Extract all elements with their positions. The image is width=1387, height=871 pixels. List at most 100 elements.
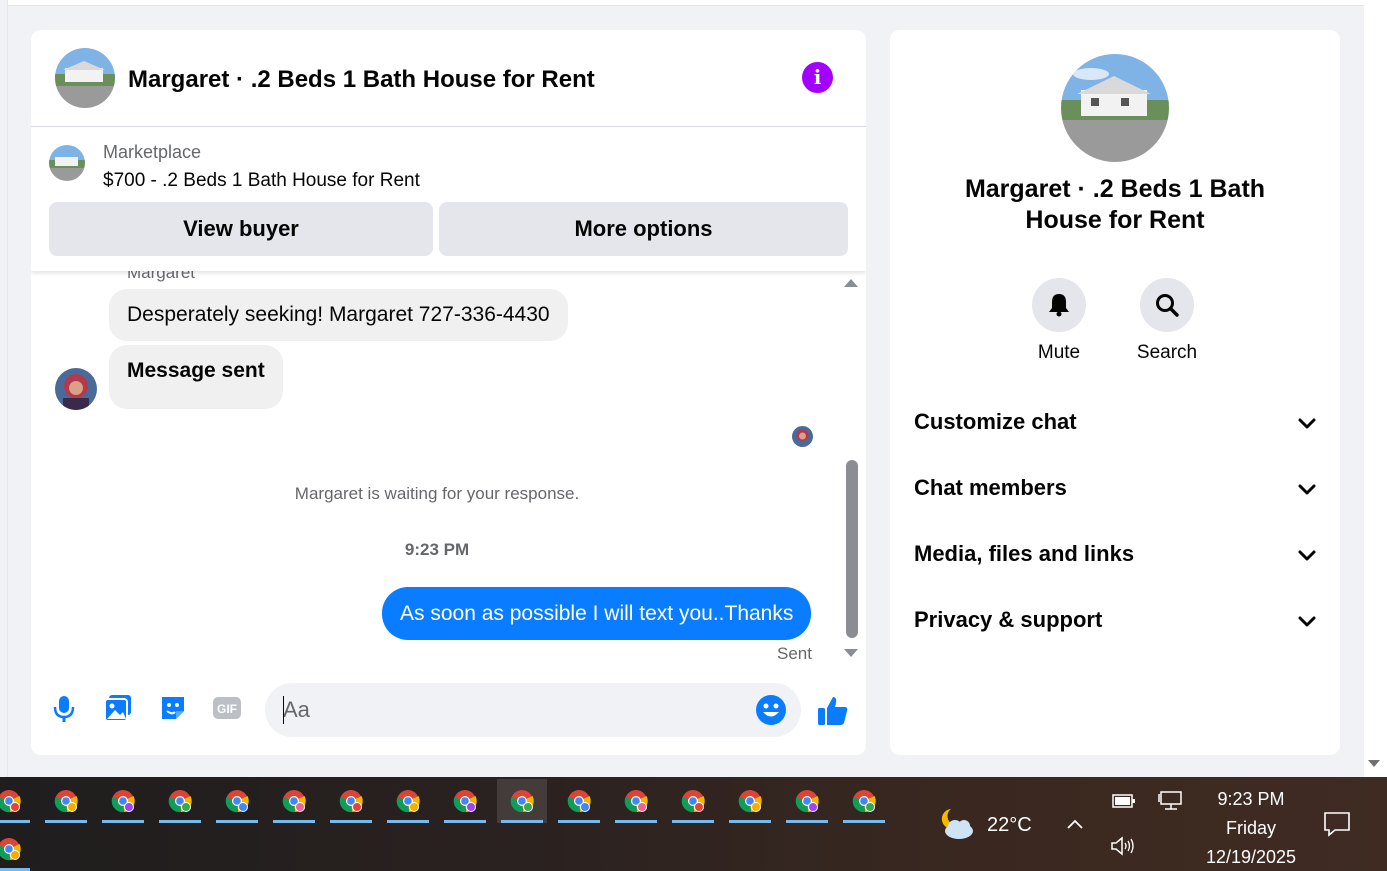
outgoing-message[interactable]: As soon as possible I will text you..Tha… [382,587,812,640]
left-gutter [0,0,8,777]
read-receipt-avatar [792,426,813,447]
weather-temperature[interactable]: 22°C [987,814,1032,837]
chevron-up-icon[interactable] [1066,815,1084,833]
incoming-message[interactable]: Desperately seeking! Margaret 727-336-44… [109,289,568,341]
taskbar-chrome-window[interactable] [611,779,661,823]
volume-icon[interactable] [1110,835,1136,857]
taskbar-chrome-window[interactable] [839,779,889,823]
conversation-info-panel: Margaret · .2 Beds 1 Bath House for Rent… [890,30,1340,755]
message-input[interactable] [283,695,743,725]
chevron-down-icon [1298,484,1316,495]
microphone-icon[interactable] [49,693,79,723]
page-scroll-down-arrow[interactable] [1368,760,1380,767]
message-timestamp: 9:23 PM [404,540,470,559]
emoji-icon[interactable] [755,694,787,726]
taskbar-clock[interactable]: 9:23 PM Friday 12/19/2025 [1196,785,1306,871]
running-indicator [387,820,429,823]
svg-text:GIF: GIF [217,702,237,716]
section-chat-members[interactable]: Chat members [914,469,1319,509]
gif-icon[interactable]: GIF [212,693,242,723]
section-label: Chat members [914,475,1067,500]
section-media-files-links[interactable]: Media, files and links [914,535,1319,575]
page-scrollbar-track[interactable] [1364,0,1387,777]
running-indicator [273,820,315,823]
running-indicator [786,820,828,823]
marketplace-label: Marketplace [103,142,202,162]
running-indicator [729,820,771,823]
battery-icon[interactable] [1112,793,1136,809]
taskbar-chrome-window[interactable] [155,779,205,823]
taskbar-chrome-window[interactable] [725,779,775,823]
section-label: Customize chat [914,409,1077,434]
taskbar-chrome-window[interactable] [41,779,91,823]
section-privacy-support[interactable]: Privacy & support [914,601,1319,641]
chevron-down-icon [1298,616,1316,627]
running-indicator [102,820,144,823]
running-indicator [159,820,201,823]
info-name: Margaret · .2 Beds 1 Bath House for Rent [964,175,1266,234]
section-label: Privacy & support [914,607,1103,632]
windows-taskbar: 22°C 9:23 PM Friday 12/19/2025 [0,777,1387,871]
photo-icon[interactable] [103,693,133,723]
weather-partly-cloudy-icon[interactable] [937,803,977,843]
clock-day: Friday [1225,818,1276,838]
search-icon [1156,294,1179,317]
chat-header: Margaret · .2 Beds 1 Bath House for Rent… [31,30,866,127]
sticker-icon[interactable] [158,693,188,723]
taskbar-chrome-window[interactable] [782,779,832,823]
running-indicator [501,820,543,823]
running-indicator [0,820,30,823]
taskbar-chrome-window[interactable] [0,827,34,871]
message-list[interactable]: Margaret Desperately seeking! Margaret 7… [31,271,866,666]
sent-status: Sent [777,644,812,663]
taskbar-chrome-window[interactable] [668,779,718,823]
bell-icon [1049,294,1069,317]
waiting-notice: Margaret is waiting for your response. [294,484,580,503]
running-indicator [45,820,87,823]
marketplace-banner: Marketplace $700 - .2 Beds 1 Bath House … [31,127,866,271]
taskbar-chrome-window[interactable] [326,779,376,823]
taskbar-chrome-window[interactable] [0,779,34,823]
message-input-box[interactable] [265,683,801,737]
taskbar-chrome-window[interactable] [383,779,433,823]
scroll-down-arrow[interactable] [844,649,858,657]
taskbar-chrome-window[interactable] [269,779,319,823]
text-caret [283,696,284,724]
incoming-message[interactable]: Message sent [109,345,283,409]
clock-date: 12/19/2025 [1205,847,1297,867]
running-indicator [843,820,885,823]
chevron-down-icon [1298,418,1316,429]
like-icon[interactable] [816,694,850,728]
sender-name: Margaret [127,271,196,282]
taskbar-chrome-window[interactable] [440,779,490,823]
notification-center-icon[interactable] [1323,810,1351,838]
scroll-up-arrow[interactable] [844,279,858,287]
chevron-down-icon [1298,550,1316,561]
listing-avatar[interactable] [55,48,115,108]
running-indicator [615,820,657,823]
search-button[interactable] [1140,278,1194,332]
running-indicator [558,820,600,823]
taskbar-chrome-window[interactable] [98,779,148,823]
listing-avatar-large[interactable] [1061,54,1169,162]
network-icon[interactable] [1158,789,1184,811]
listing-price-title[interactable]: $700 - .2 Beds 1 Bath House for Rent [103,170,420,192]
more-options-button[interactable]: More options [439,202,848,256]
running-indicator [444,820,486,823]
mute-label: Mute [1037,342,1081,363]
section-customize-chat[interactable]: Customize chat [914,403,1319,443]
taskbar-chrome-window[interactable] [212,779,262,823]
info-icon[interactable]: i [802,62,833,93]
taskbar-chrome-window[interactable] [497,779,547,823]
chat-title[interactable]: Margaret · .2 Beds 1 Bath House for Rent [128,66,595,94]
section-label: Media, files and links [914,541,1135,566]
search-action[interactable]: Search [1122,278,1212,364]
message-scrollbar-thumb[interactable] [846,460,858,638]
taskbar-chrome-window[interactable] [554,779,604,823]
running-indicator [330,820,372,823]
view-buyer-button[interactable]: View buyer [49,202,433,256]
mute-action[interactable]: Mute [1014,278,1104,364]
listing-thumbnail[interactable] [49,145,85,181]
sender-avatar[interactable] [55,368,97,410]
mute-button[interactable] [1032,278,1086,332]
